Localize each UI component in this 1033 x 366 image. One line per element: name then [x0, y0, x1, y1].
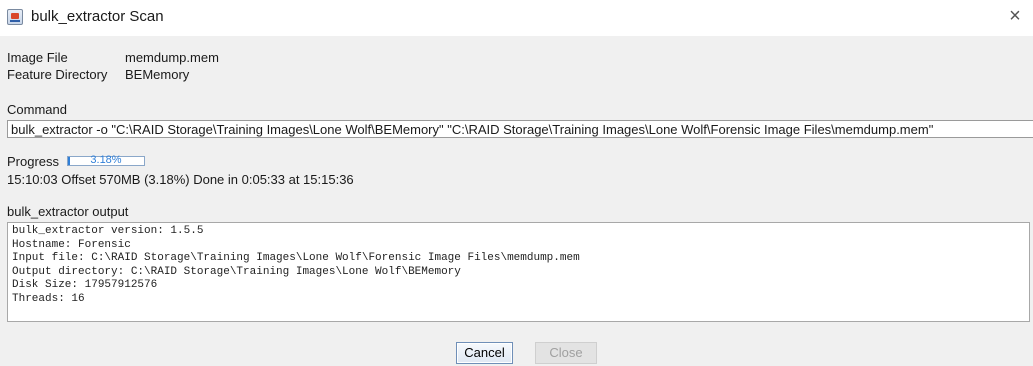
command-label: Command — [7, 102, 67, 117]
output-line: Threads: 16 — [12, 292, 85, 305]
output-line: Hostname: Forensic — [12, 238, 131, 251]
feature-directory-label: Feature Directory — [7, 67, 108, 82]
dialog-content: Image File memdump.mem Feature Directory… — [0, 36, 1033, 366]
command-field[interactable]: bulk_extractor -o "C:\RAID Storage\Train… — [7, 120, 1033, 138]
output-line: bulk_extractor version: 1.5.5 — [12, 225, 204, 237]
progress-bar: 3.18% — [67, 154, 145, 166]
title-bar: bulk_extractor Scan × — [0, 0, 1033, 36]
output-line: Disk Size: 17957912576 — [12, 279, 158, 291]
output-log[interactable]: bulk_extractor version: 1.5.5 Hostname: F… — [7, 222, 1030, 322]
output-line: Output directory: C:\RAID Storage\Traini… — [12, 265, 461, 278]
cancel-button[interactable]: Cancel — [456, 342, 513, 364]
progress-label: Progress — [7, 154, 60, 169]
image-file-label: Image File — [7, 50, 68, 65]
image-file-value: memdump.mem — [125, 50, 219, 65]
output-line: Input file: C:\RAID Storage\Training Ima… — [12, 252, 580, 264]
window-title: bulk_extractor Scan — [31, 8, 164, 25]
close-button[interactable]: Close — [535, 342, 597, 364]
progress-status: 15:10:03 Offset 570MB (3.18%) Done in 0:… — [7, 172, 354, 187]
close-icon[interactable]: × — [1003, 4, 1027, 28]
output-label: bulk_extractor output — [7, 204, 129, 219]
java-app-icon — [7, 9, 23, 25]
feature-directory-value: BEMemory — [125, 67, 190, 82]
progress-percent: 3.18% — [90, 154, 122, 166]
